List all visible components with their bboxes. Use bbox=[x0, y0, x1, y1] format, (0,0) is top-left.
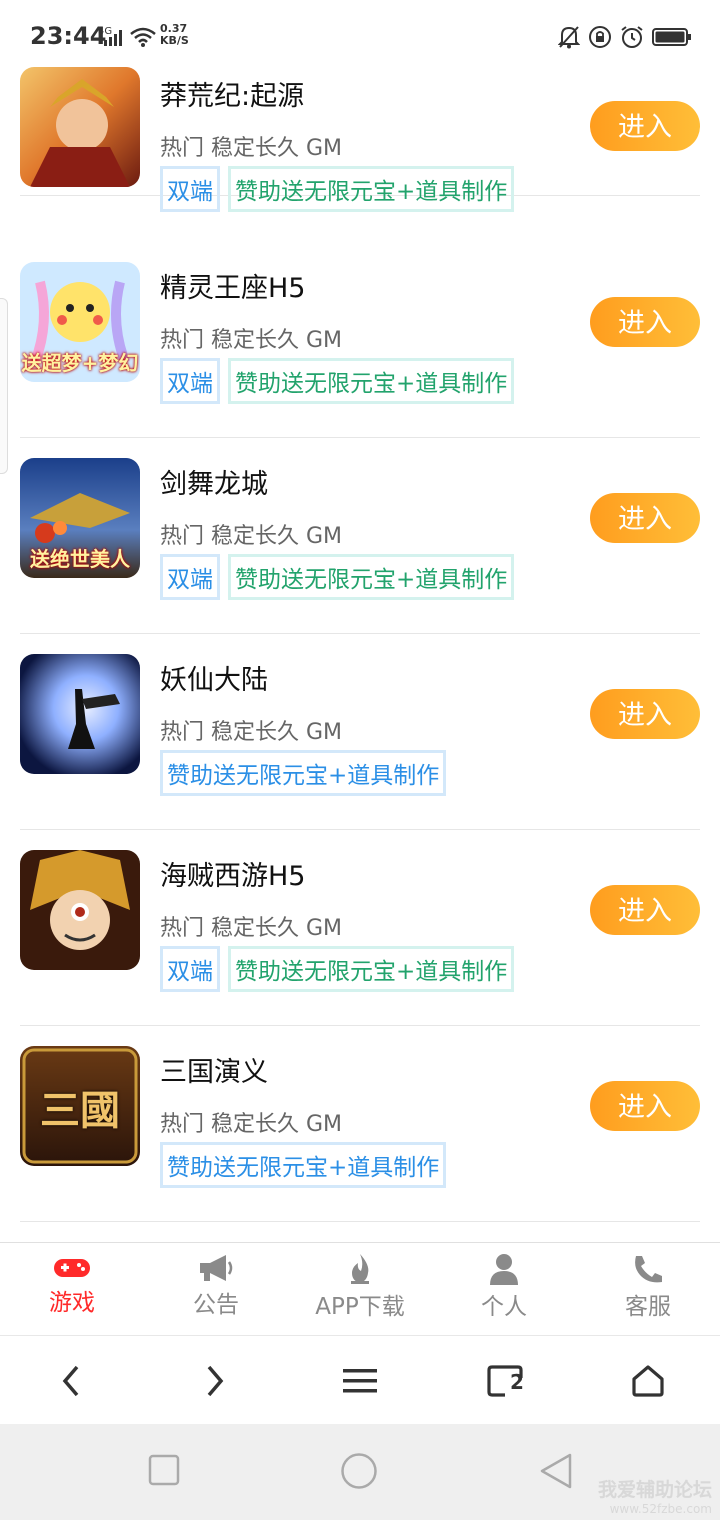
person-icon bbox=[490, 1254, 518, 1285]
tag-sponsor: 赞助送无限元宝+道具制作 bbox=[228, 946, 515, 992]
back-triangle-icon[interactable] bbox=[538, 1452, 574, 1490]
game-title[interactable]: 妖仙大陆 bbox=[160, 658, 268, 697]
game-art-caption: 送绝世美人 bbox=[30, 547, 130, 571]
enter-button[interactable]: 进入 bbox=[590, 493, 700, 543]
game-row: 妖仙大陆 热门 稳定长久 GM 赞助送无限元宝+道具制作 进入 bbox=[20, 634, 700, 830]
game-row: 送超梦+梦幻 精灵王座H5 热门 稳定长久 GM 双端 赞助送无限元宝+道具制作… bbox=[20, 242, 700, 438]
tab-customer-service[interactable]: 客服 bbox=[576, 1253, 720, 1321]
tag-dual-platform: 双端 bbox=[160, 946, 220, 992]
enter-button[interactable]: 进入 bbox=[590, 1081, 700, 1131]
game-art-caption: 三國 bbox=[40, 1088, 120, 1134]
signal-icon bbox=[104, 30, 122, 46]
gamepad-icon bbox=[54, 1259, 90, 1277]
tag-dual-platform: 双端 bbox=[160, 358, 220, 404]
game-art-icon bbox=[20, 850, 140, 970]
tag-group: 赞助送无限元宝+道具制作 bbox=[160, 1142, 447, 1188]
tab-label: 客服 bbox=[625, 1294, 671, 1320]
game-thumbnail[interactable] bbox=[20, 850, 140, 970]
game-title[interactable]: 三国演义 bbox=[160, 1050, 268, 1089]
megaphone-icon bbox=[200, 1255, 233, 1281]
game-thumbnail[interactable]: 送绝世美人 bbox=[20, 458, 140, 578]
flame-icon bbox=[351, 1254, 369, 1284]
tab-label: APP下载 bbox=[315, 1294, 405, 1320]
game-thumbnail[interactable] bbox=[20, 67, 140, 187]
enter-button[interactable]: 进入 bbox=[590, 101, 700, 151]
tab-announcements[interactable]: 公告 bbox=[144, 1253, 288, 1319]
tab-label: 公告 bbox=[193, 1292, 239, 1318]
browser-menu-button[interactable] bbox=[335, 1358, 385, 1404]
game-art-icon bbox=[20, 67, 140, 187]
game-description: 热门 稳定长久 GM bbox=[160, 1112, 343, 1137]
tab-app-download[interactable]: APP下载 bbox=[288, 1253, 432, 1321]
browser-tabs-button[interactable]: 2 bbox=[480, 1358, 530, 1404]
tag-sponsor: 赞助送无限元宝+道具制作 bbox=[228, 166, 515, 212]
status-bar: 23:44 4G 0.37 KB/S bbox=[0, 0, 720, 66]
bottom-tab-bar: 游戏 公告 APP下载 个人 客服 bbox=[0, 1242, 720, 1336]
tag-sponsor: 赞助送无限元宝+道具制作 bbox=[228, 554, 515, 600]
tag-sponsor: 赞助送无限元宝+道具制作 bbox=[160, 1142, 447, 1188]
tag-dual-platform: 双端 bbox=[160, 166, 220, 212]
game-description: 热门 稳定长久 GM bbox=[160, 328, 343, 353]
tab-games[interactable]: 游戏 bbox=[0, 1253, 144, 1317]
tag-group: 双端 赞助送无限元宝+道具制作 bbox=[160, 946, 515, 992]
forward-icon bbox=[207, 1365, 224, 1397]
recent-apps-icon[interactable] bbox=[148, 1454, 180, 1486]
back-icon bbox=[62, 1365, 79, 1397]
game-title[interactable]: 精灵王座H5 bbox=[160, 266, 305, 305]
game-row: 送绝世美人 剑舞龙城 热门 稳定长久 GM 双端 赞助送无限元宝+道具制作 进入 bbox=[20, 438, 700, 634]
tag-dual-platform: 双端 bbox=[160, 554, 220, 600]
game-description: 热门 稳定长久 GM bbox=[160, 524, 343, 549]
home-circle-icon[interactable] bbox=[340, 1452, 378, 1490]
rotation-lock-icon bbox=[589, 26, 611, 48]
browser-forward-button[interactable] bbox=[190, 1358, 240, 1404]
tag-group: 双端 赞助送无限元宝+道具制作 bbox=[160, 166, 515, 212]
game-description: 热门 稳定长久 GM bbox=[160, 916, 343, 941]
tab-profile[interactable]: 个人 bbox=[432, 1253, 576, 1321]
game-title[interactable]: 莽荒纪:起源 bbox=[160, 74, 304, 113]
tab-count: 2 bbox=[510, 1370, 524, 1394]
tab-label: 个人 bbox=[481, 1294, 527, 1320]
browser-toolbar: 2 bbox=[0, 1336, 720, 1424]
status-time: 23:44 bbox=[30, 22, 107, 50]
menu-icon bbox=[343, 1369, 377, 1393]
game-art-caption: 送超梦+梦幻 bbox=[21, 351, 139, 375]
game-thumbnail[interactable]: 三國 bbox=[20, 1046, 140, 1166]
tag-group: 双端 赞助送无限元宝+道具制作 bbox=[160, 554, 515, 600]
game-title[interactable]: 海贼西游H5 bbox=[160, 854, 305, 893]
enter-button[interactable]: 进入 bbox=[590, 297, 700, 347]
tag-group: 赞助送无限元宝+道具制作 bbox=[160, 750, 447, 796]
game-art-icon bbox=[20, 654, 140, 774]
game-list: 莽荒纪:起源 热门 稳定长久 GM 双端 赞助送无限元宝+道具制作 进入 送超梦… bbox=[0, 66, 720, 1242]
watermark: 我爱辅助论坛 www.52fzbe.com bbox=[597, 1479, 712, 1516]
mute-bell-icon bbox=[558, 26, 580, 49]
system-navigation-bar: 我爱辅助论坛 www.52fzbe.com bbox=[0, 1424, 720, 1520]
home-icon bbox=[632, 1365, 664, 1397]
game-description: 热门 稳定长久 GM bbox=[160, 136, 343, 161]
game-description: 热门 稳定长久 GM bbox=[160, 720, 343, 745]
tab-label: 游戏 bbox=[49, 1290, 95, 1316]
game-row: 莽荒纪:起源 热门 稳定长久 GM 双端 赞助送无限元宝+道具制作 进入 bbox=[20, 66, 700, 212]
alarm-icon bbox=[621, 26, 643, 48]
game-thumbnail[interactable]: 送超梦+梦幻 bbox=[20, 262, 140, 382]
enter-button[interactable]: 进入 bbox=[590, 885, 700, 935]
battery-icon bbox=[652, 28, 691, 46]
wifi-icon bbox=[130, 27, 156, 47]
tag-group: 双端 赞助送无限元宝+道具制作 bbox=[160, 358, 515, 404]
phone-icon bbox=[635, 1256, 662, 1283]
game-title[interactable]: 剑舞龙城 bbox=[160, 462, 268, 501]
browser-back-button[interactable] bbox=[46, 1358, 96, 1404]
enter-button[interactable]: 进入 bbox=[590, 689, 700, 739]
game-row: 三國 三国演义 热门 稳定长久 GM 赞助送无限元宝+道具制作 进入 bbox=[20, 1026, 700, 1222]
network-speed: 0.37 KB/S bbox=[160, 22, 189, 47]
browser-home-button[interactable] bbox=[623, 1358, 673, 1404]
tag-sponsor: 赞助送无限元宝+道具制作 bbox=[160, 750, 447, 796]
game-thumbnail[interactable] bbox=[20, 654, 140, 774]
game-row: 海贼西游H5 热门 稳定长久 GM 双端 赞助送无限元宝+道具制作 进入 bbox=[20, 830, 700, 1026]
tag-sponsor: 赞助送无限元宝+道具制作 bbox=[228, 358, 515, 404]
